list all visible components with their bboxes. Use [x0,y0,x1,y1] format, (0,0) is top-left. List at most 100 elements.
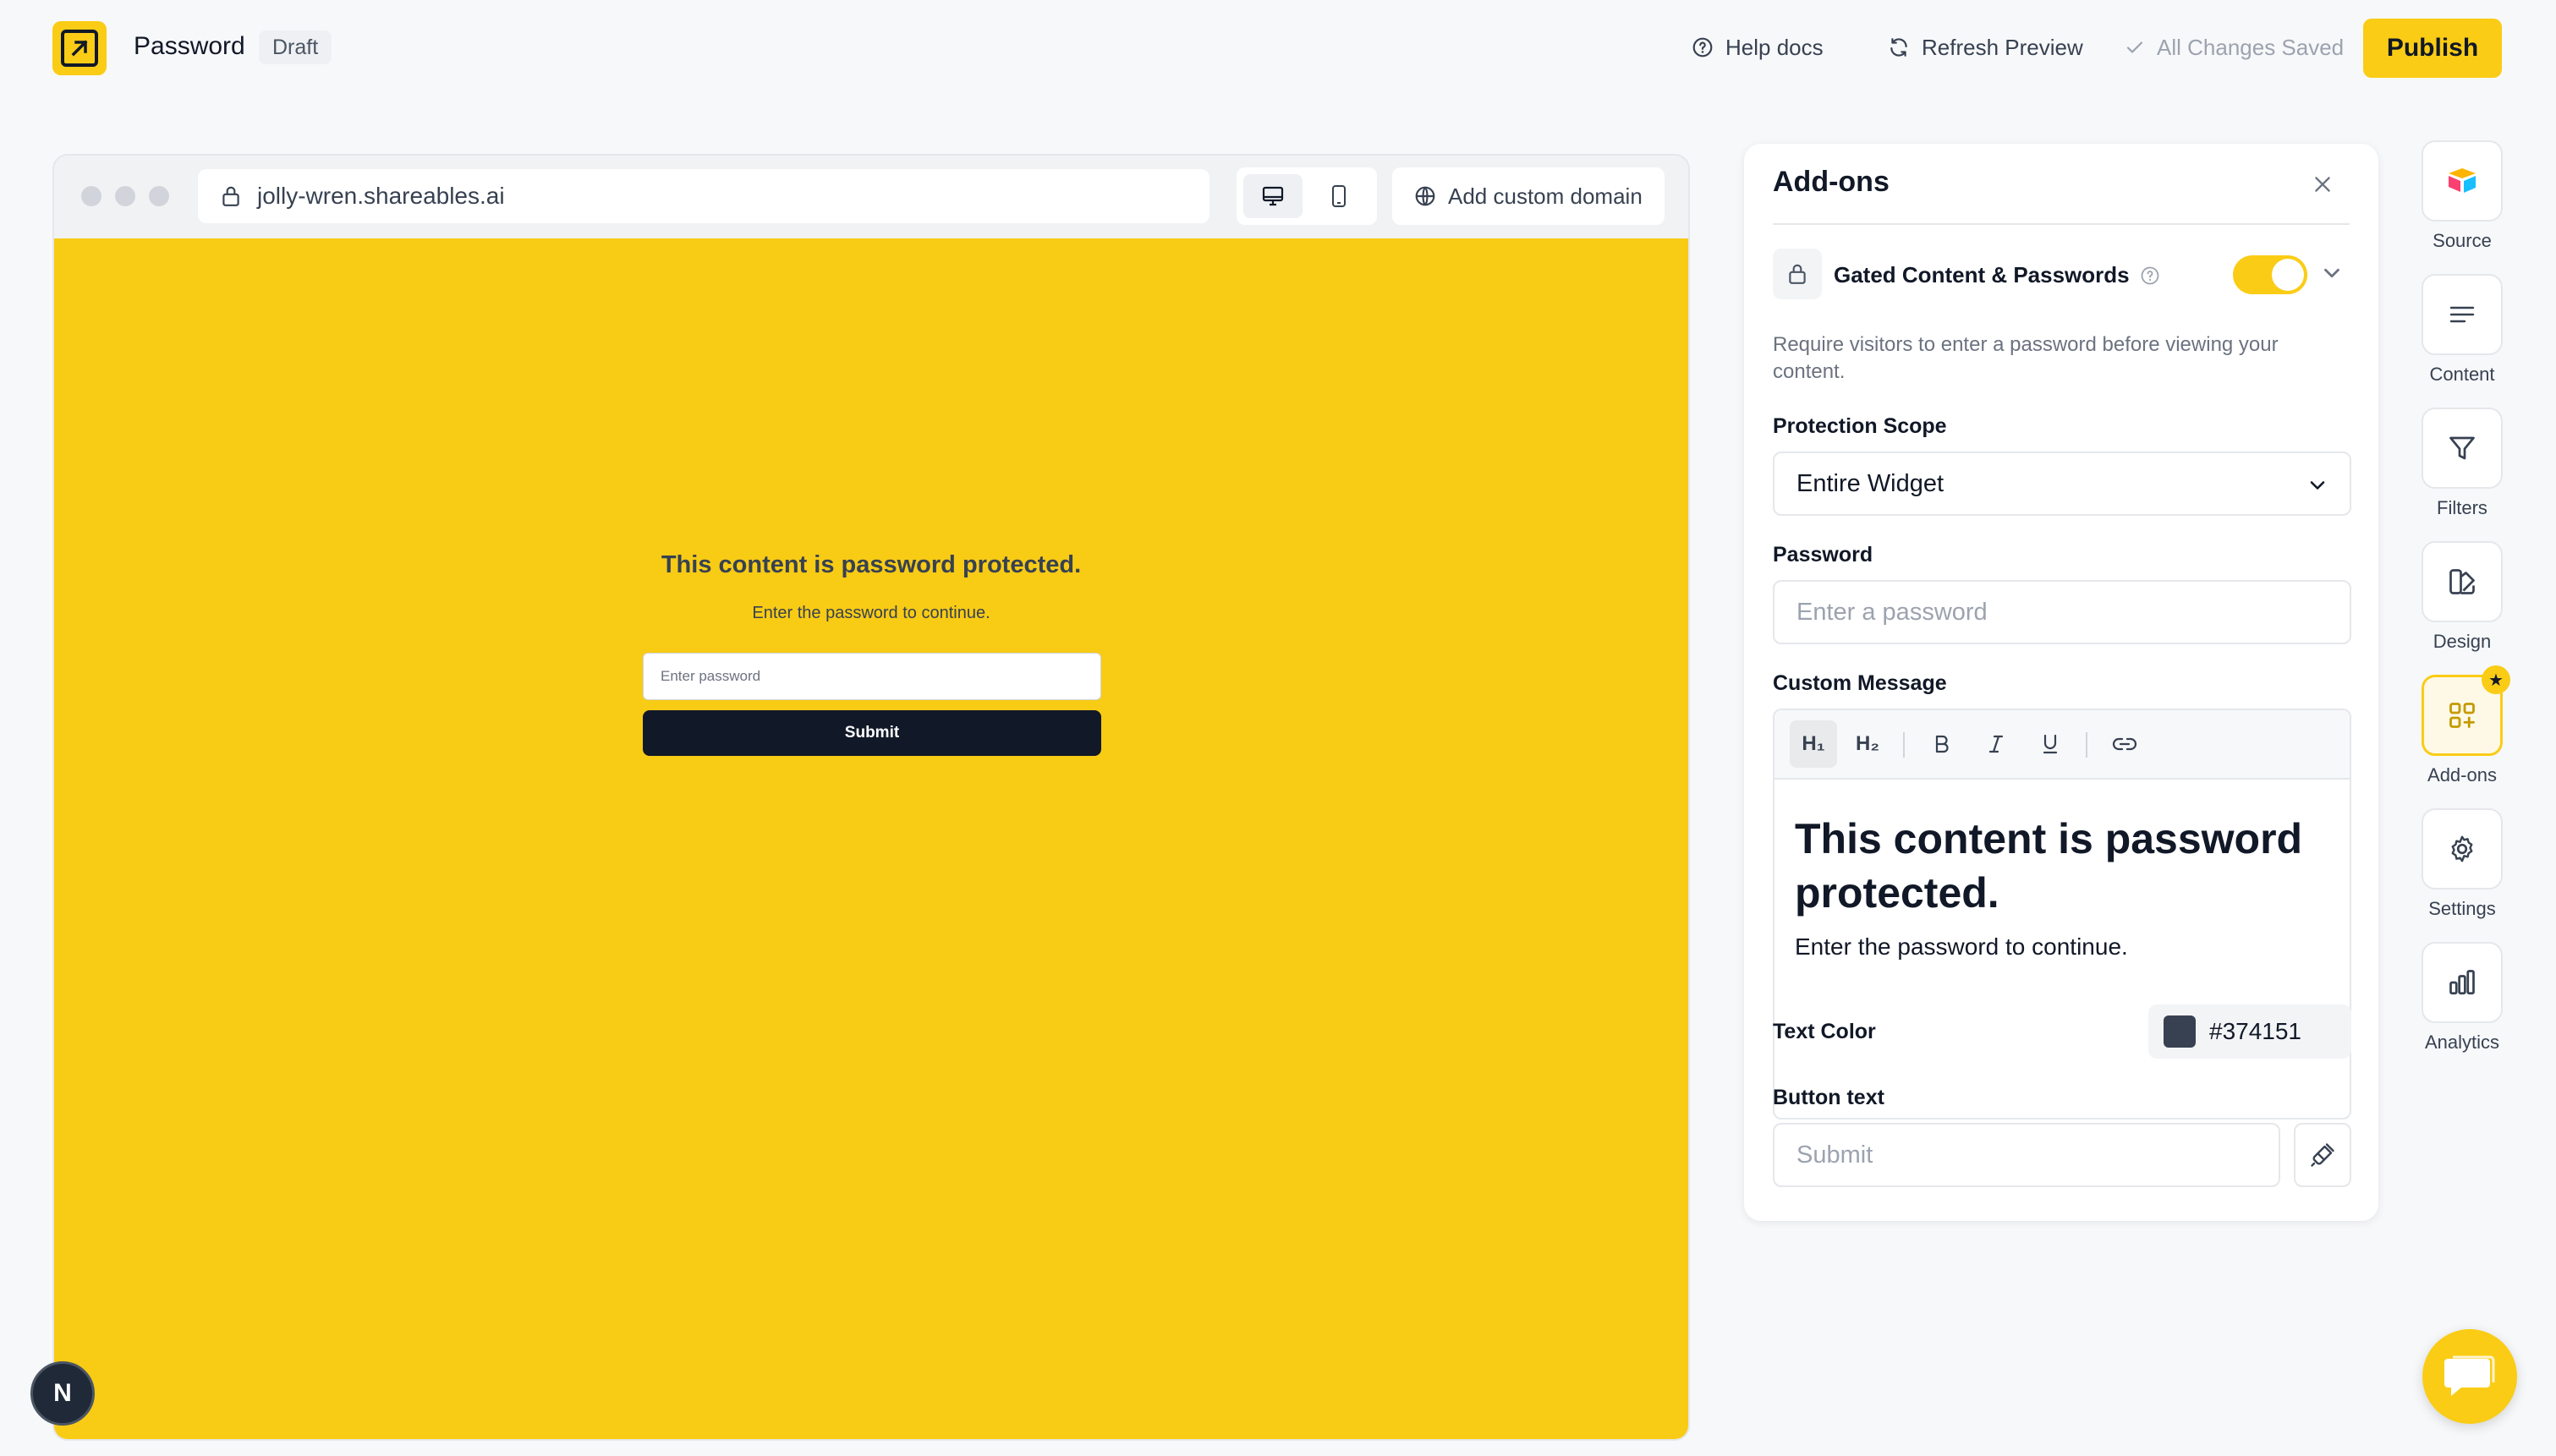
protection-scope-value: Entire Widget [1796,470,1944,497]
rail-button[interactable] [2422,408,2503,489]
password-input[interactable]: Enter a password [1773,580,2351,644]
button-style-button[interactable] [2294,1123,2351,1187]
editor-heading[interactable]: This content is password protected. [1795,812,2336,920]
rail-button[interactable] [2422,274,2503,355]
toolbar-separator [2086,732,2087,758]
toolbar-separator [1903,732,1905,758]
window-dot-maximize [149,186,169,206]
rail-item-settings[interactable]: Settings [2422,808,2503,920]
rail-button[interactable] [2422,140,2503,222]
editor-toolbar: H₁ H₂ [1774,710,2350,780]
addons-panel: Add-ons Gated Content & Passwords Requir… [1744,144,2378,1221]
help-docs-button[interactable]: Help docs [1692,30,1824,64]
custom-message-label: Custom Message [1773,671,1947,695]
status-badge: Draft [259,30,332,64]
rail-label: Filters [2437,497,2487,518]
preview-password-input[interactable]: Enter password [643,653,1101,700]
rail-item-content[interactable]: Content [2422,274,2503,386]
help-circle-icon [1692,36,1714,58]
editor-body[interactable]: Enter the password to continue. [1795,933,2128,961]
chevron-down-icon[interactable] [2319,260,2345,286]
globe-icon [1414,185,1436,207]
underline-icon [2040,733,2060,755]
design-icon [2447,567,2477,597]
monitor-icon [1261,185,1285,207]
rail-button[interactable]: ★ [2422,665,2510,756]
url-text: jolly-wren.shareables.ai [257,183,505,209]
lines-icon [2448,302,2476,327]
rail-item-design[interactable]: Design [2422,541,2503,653]
text-color-label: Text Color [1773,1020,1876,1043]
link-button[interactable] [2101,720,2148,768]
device-toggle [1237,167,1377,225]
rail-label: Design [2433,631,2492,652]
chat-button[interactable] [2422,1329,2517,1424]
help-docs-label: Help docs [1725,34,1824,60]
preview-subtitle: Enter the password to continue. [752,604,990,622]
heading-1-button[interactable]: H₁ [1790,720,1837,768]
page-title: Password [134,32,245,60]
window-dot-close [81,186,101,206]
paintbrush-icon [2310,1142,2335,1168]
star-icon: ★ [2482,665,2510,694]
top-header: Password Draft Help docs Refresh Preview… [0,0,2556,98]
rail-label: Add-ons [2427,764,2497,785]
gear-icon [2447,834,2477,864]
password-preview: This content is password protected. Ente… [54,238,1688,1439]
rail-label: Analytics [2424,1032,2500,1053]
save-status: All Changes Saved [2125,30,2344,64]
preview-submit-button[interactable]: Submit [643,710,1101,756]
preview-browser: jolly-wren.shareables.ai Add custom doma… [52,154,1690,1441]
gated-content-toggle[interactable] [2233,255,2307,294]
italic-button[interactable] [1972,720,2020,768]
logo-arrow-icon [61,30,98,67]
password-label: Password [1773,543,1873,567]
airtable-icon [2445,166,2479,196]
rail-button[interactable] [2422,541,2503,622]
add-custom-domain-label: Add custom domain [1448,183,1643,209]
rail-button[interactable] [2422,942,2503,1023]
rail-item-analytics[interactable]: Analytics [2422,942,2503,1054]
publish-button[interactable]: Publish [2363,19,2502,78]
app-logo[interactable] [52,21,107,75]
toggle-knob [2272,259,2304,291]
rail-label: Content [2429,364,2495,385]
text-color-picker[interactable]: #374151 [2148,1004,2351,1059]
info-icon[interactable] [2140,265,2160,286]
chat-icon [2443,1352,2497,1401]
rail-item-addons[interactable]: ★ Add-ons [2422,665,2510,786]
bold-button[interactable] [1918,720,1966,768]
protection-scope-label: Protection Scope [1773,414,1947,438]
protection-scope-select[interactable]: Entire Widget [1773,452,2351,516]
color-swatch [2164,1015,2196,1048]
gated-content-label-group: Gated Content & Passwords [1834,262,2160,288]
rail-label: Source [2433,230,2492,251]
rail-item-filters[interactable]: Filters [2422,408,2503,519]
panel-divider [1773,223,2350,225]
underline-button[interactable] [2027,720,2074,768]
refresh-preview-button[interactable]: Refresh Preview [1888,30,2083,64]
button-text-label: Button text [1773,1086,1884,1109]
close-panel-button[interactable] [2306,167,2339,201]
mobile-view-button[interactable] [1309,174,1369,218]
browser-toolbar: jolly-wren.shareables.ai Add custom doma… [54,156,1688,238]
rail-label: Settings [2428,898,2496,919]
desktop-view-button[interactable] [1243,174,1303,218]
save-status-label: All Changes Saved [2157,34,2345,60]
panel-title: Add-ons [1773,166,1890,198]
close-icon [2312,173,2334,195]
button-text-input[interactable]: Submit [1773,1123,2280,1187]
rail-button[interactable] [2422,808,2503,889]
add-custom-domain-button[interactable]: Add custom domain [1392,167,1665,225]
n-badge[interactable]: N [30,1361,95,1426]
refresh-icon [1888,36,1910,58]
italic-icon [1986,733,2006,755]
text-color-value: #374151 [2209,1018,2302,1044]
gated-content-row: Gated Content & Passwords [1773,249,2350,299]
rail-item-source[interactable]: Source [2422,140,2503,252]
url-bar[interactable]: jolly-wren.shareables.ai [198,169,1209,223]
heading-2-button[interactable]: H₂ [1844,720,1891,768]
window-dot-minimize [115,186,135,206]
lock-icon [220,184,242,208]
preview-title: This content is password protected. [661,551,1082,578]
